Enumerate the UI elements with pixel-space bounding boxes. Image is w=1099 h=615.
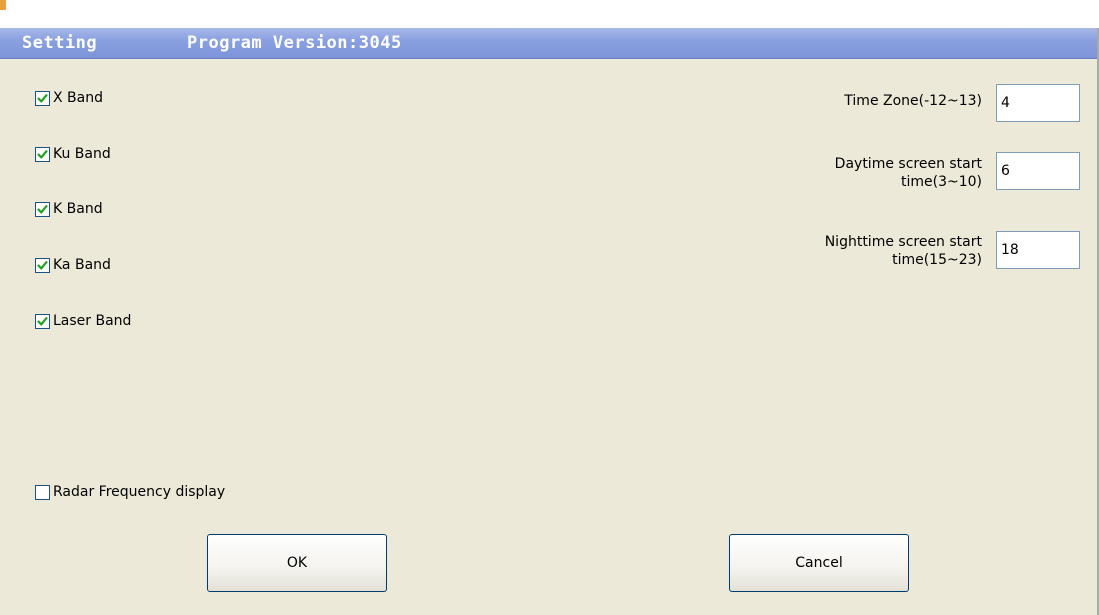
daytime-start-label-line2: time(3~10) (900, 174, 982, 190)
ku-band-checkbox[interactable] (35, 146, 50, 162)
ka-band-label: Ka Band (53, 257, 111, 273)
ka-band-checkbox[interactable] (35, 257, 50, 273)
nighttime-start-label-line1: Nighttime screen start (824, 234, 982, 250)
laser-band-label: Laser Band (53, 313, 132, 329)
nighttime-start-label-line2: time(15~23) (892, 252, 982, 268)
k-band-option[interactable]: K Band (35, 199, 103, 219)
checkmark-icon (37, 93, 48, 102)
ka-band-option[interactable]: Ka Band (35, 255, 111, 275)
window-corner-marker (0, 0, 6, 10)
k-band-checkbox[interactable] (35, 201, 50, 217)
time-zone-input[interactable] (996, 84, 1080, 122)
background-strip (0, 0, 1099, 28)
checkmark-icon (37, 260, 48, 269)
time-zone-label-text: Time Zone(-12~13) (844, 93, 982, 109)
radar-frequency-option[interactable]: Radar Frequency display (35, 482, 225, 502)
daytime-start-input[interactable] (996, 152, 1080, 190)
nighttime-start-label: Nighttime screen start time(15~23) (825, 233, 982, 269)
x-band-label: X Band (53, 90, 103, 106)
title-bar[interactable]: Setting Program Version:3045 (0, 28, 1097, 59)
ku-band-option[interactable]: Ku Band (35, 144, 111, 164)
cancel-button[interactable]: Cancel (729, 534, 909, 592)
laser-band-checkbox[interactable] (35, 313, 50, 329)
checkmark-icon (37, 316, 48, 325)
nighttime-start-input[interactable] (996, 231, 1080, 269)
time-zone-label: Time Zone(-12~13) (844, 92, 982, 110)
x-band-checkbox[interactable] (35, 90, 50, 106)
program-version-label: Program Version:3045 (187, 33, 402, 53)
checkmark-icon (37, 149, 48, 158)
window-title: Setting (22, 33, 98, 53)
settings-dialog: Setting Program Version:3045 X Band Ku B… (0, 28, 1099, 615)
ku-band-label: Ku Band (53, 146, 111, 162)
k-band-label: K Band (53, 201, 103, 217)
radar-frequency-checkbox[interactable] (35, 484, 50, 500)
radar-frequency-label: Radar Frequency display (53, 484, 226, 500)
x-band-option[interactable]: X Band (35, 88, 103, 108)
ok-button[interactable]: OK (207, 534, 387, 592)
checkmark-icon (37, 204, 48, 213)
daytime-start-label: Daytime screen start time(3~10) (835, 155, 982, 191)
laser-band-option[interactable]: Laser Band (35, 311, 131, 331)
daytime-start-label-line1: Daytime screen start (834, 156, 982, 172)
